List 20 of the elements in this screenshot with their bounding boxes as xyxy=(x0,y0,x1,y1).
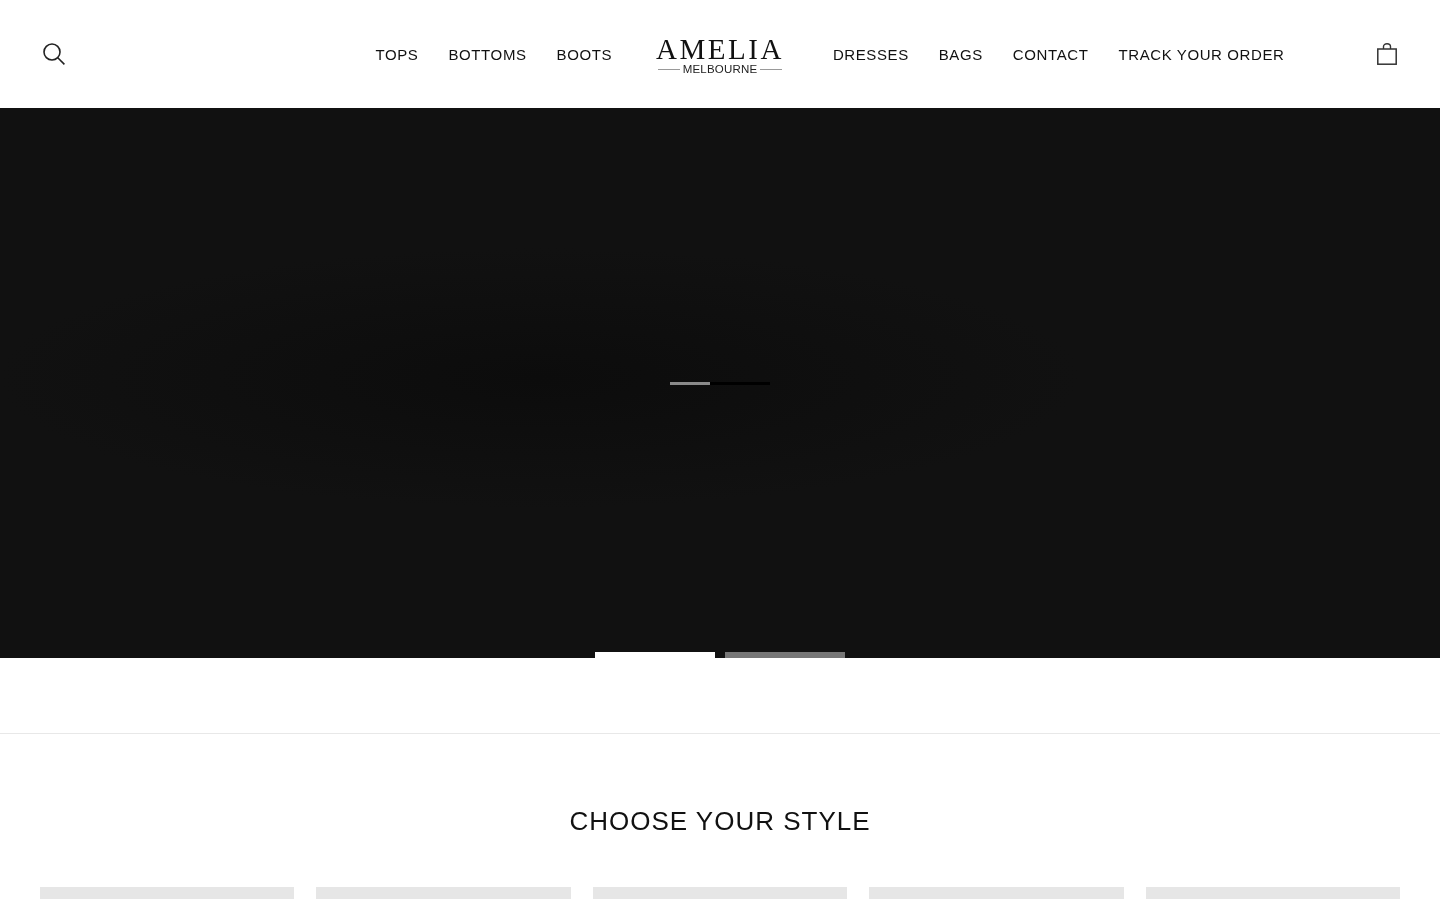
nav-link[interactable]: DRESSES xyxy=(832,45,909,63)
slide-indicator[interactable] xyxy=(725,652,845,658)
slide-indicator[interactable] xyxy=(595,652,715,658)
photo-placeholder[interactable] xyxy=(40,887,295,899)
photo-placeholder[interactable] xyxy=(316,887,571,899)
search-button[interactable] xyxy=(40,40,68,68)
brand-logo[interactable]: AMELIA MELBOURNE xyxy=(656,32,784,76)
photo-placeholder[interactable] xyxy=(869,887,1124,899)
nav-link[interactable]: BOTTOMS xyxy=(448,45,527,63)
nav-link[interactable]: CONTACT xyxy=(1012,45,1089,63)
nav-link[interactable]: TRACK YOUR ORDER xyxy=(1118,45,1285,63)
cart-button[interactable] xyxy=(1374,40,1400,68)
photo-placeholder[interactable] xyxy=(592,887,848,899)
nav-link[interactable]: BAGS xyxy=(938,45,983,63)
nav-link[interactable]: BOOTS xyxy=(556,45,613,63)
search-icon xyxy=(43,43,65,65)
photo-placeholder[interactable] xyxy=(1145,887,1400,899)
shopping-bag-icon xyxy=(1377,43,1397,65)
nav-link[interactable]: TOPS xyxy=(375,45,419,63)
section-heading: CHOOSE YOUR STYLE xyxy=(569,806,871,836)
